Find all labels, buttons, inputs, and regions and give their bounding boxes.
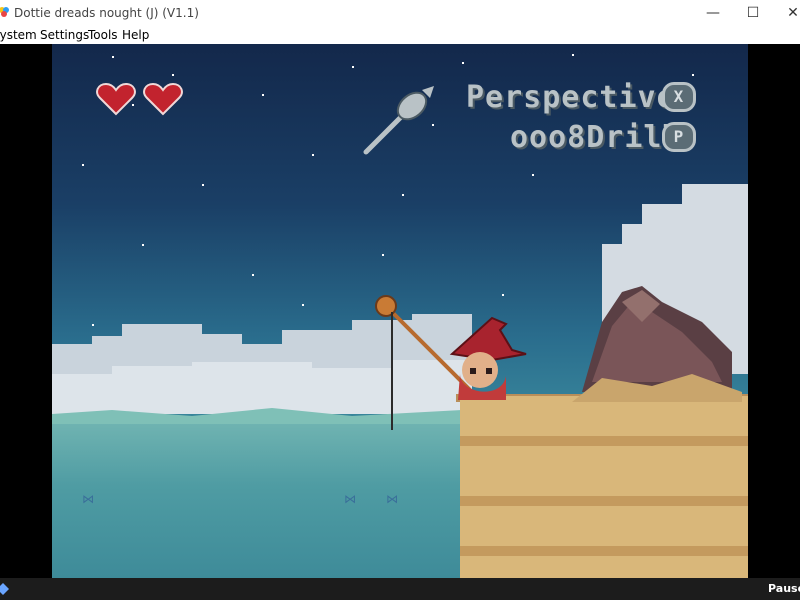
app-status-icon [0, 583, 9, 595]
cliff [460, 396, 748, 578]
fish-icon: ⋈ [386, 492, 398, 506]
menu-bar: System Settings Tools Help [0, 26, 800, 44]
drill-item-icon [363, 86, 434, 155]
status-text: Paused [768, 582, 800, 595]
menu-settings[interactable]: Settings [40, 28, 89, 42]
menu-help[interactable]: Help [122, 28, 149, 42]
p-button-icon: P [662, 122, 696, 152]
fish-icon: ⋈ [82, 492, 94, 506]
status-bar: Paused [0, 578, 800, 600]
menu-system[interactable]: System [0, 28, 37, 42]
heart-icon [143, 82, 183, 116]
title-bar[interactable]: Dottie dreads nought (J) (V1.1) — ☐ ✕ [0, 0, 800, 26]
emulator-window: Dottie dreads nought (J) (V1.1) — ☐ ✕ Sy… [0, 0, 800, 600]
game-viewport[interactable]: Perspective ooo8Drill X P ⋈ ⋈ ⋈ [52, 44, 748, 578]
hud-ability-name: Perspective [466, 80, 676, 115]
heart-icon [96, 82, 136, 116]
boulder [572, 286, 742, 402]
dottie-witch-character [449, 316, 527, 400]
hud-ability-subname: ooo8Drill [510, 120, 682, 155]
window-title: Dottie dreads nought (J) (V1.1) [14, 6, 199, 20]
menu-tools[interactable]: Tools [88, 28, 118, 42]
fish-icon: ⋈ [344, 492, 356, 506]
sea [52, 424, 462, 578]
lives-display [96, 82, 185, 120]
x-button-icon: X [662, 82, 696, 112]
close-button[interactable]: ✕ [770, 0, 800, 26]
app-icon [0, 7, 9, 17]
